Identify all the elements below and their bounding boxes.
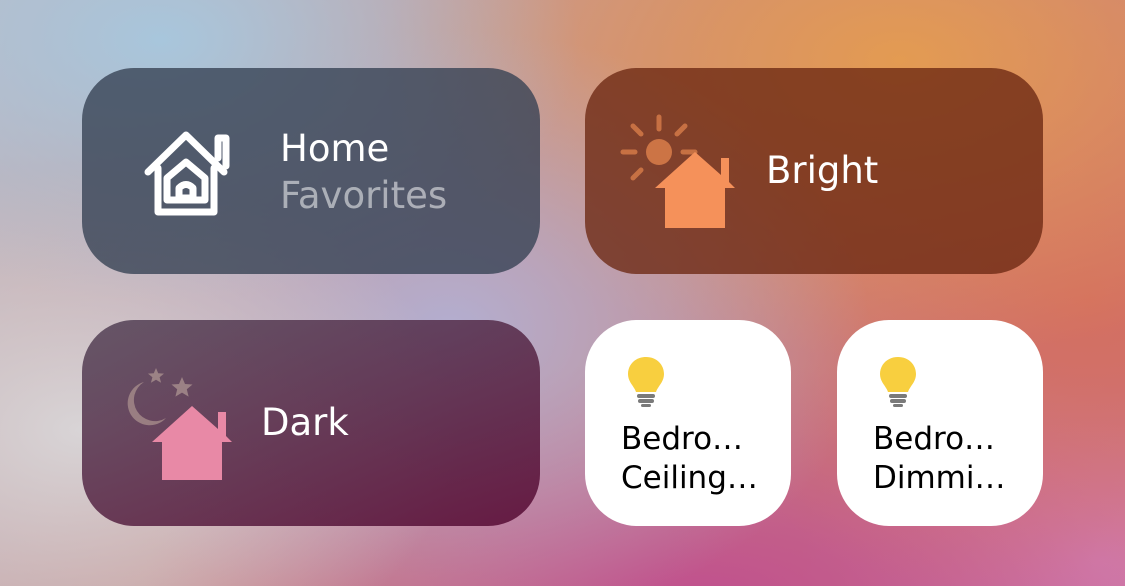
accessory-name-line1: Bedro…	[621, 421, 744, 457]
accessory-tile-bedroom-dimmer[interactable]: Bedro… Dimmi…	[837, 320, 1043, 526]
accessory-name-line1: Bedro…	[873, 421, 996, 457]
home-outline-icon	[144, 131, 230, 216]
accessory-name-line2: Ceiling…	[621, 460, 758, 496]
sun-house-icon	[620, 114, 735, 228]
home-favorites-tile[interactable]: Home Favorites	[82, 68, 540, 274]
accessory-name-line2: Dimmi…	[873, 460, 1006, 496]
scene-title: Bright	[766, 149, 879, 192]
accessory-name: Bedro… Dimmi…	[873, 420, 1006, 498]
lightbulb-icon	[628, 357, 664, 407]
lightbulb-icon	[880, 357, 916, 407]
scene-title: Dark	[261, 401, 349, 444]
moon-stars-house-icon	[127, 368, 232, 480]
scene-subtitle: Favorites	[280, 174, 448, 217]
dark-scene-tile[interactable]: Dark	[82, 320, 540, 526]
accessory-name: Bedro… Ceiling…	[621, 420, 758, 498]
accessory-tile-bedroom-ceiling[interactable]: Bedro… Ceiling…	[585, 320, 791, 526]
bright-scene-tile[interactable]: Bright	[585, 68, 1043, 274]
scene-title: Home	[280, 127, 390, 170]
